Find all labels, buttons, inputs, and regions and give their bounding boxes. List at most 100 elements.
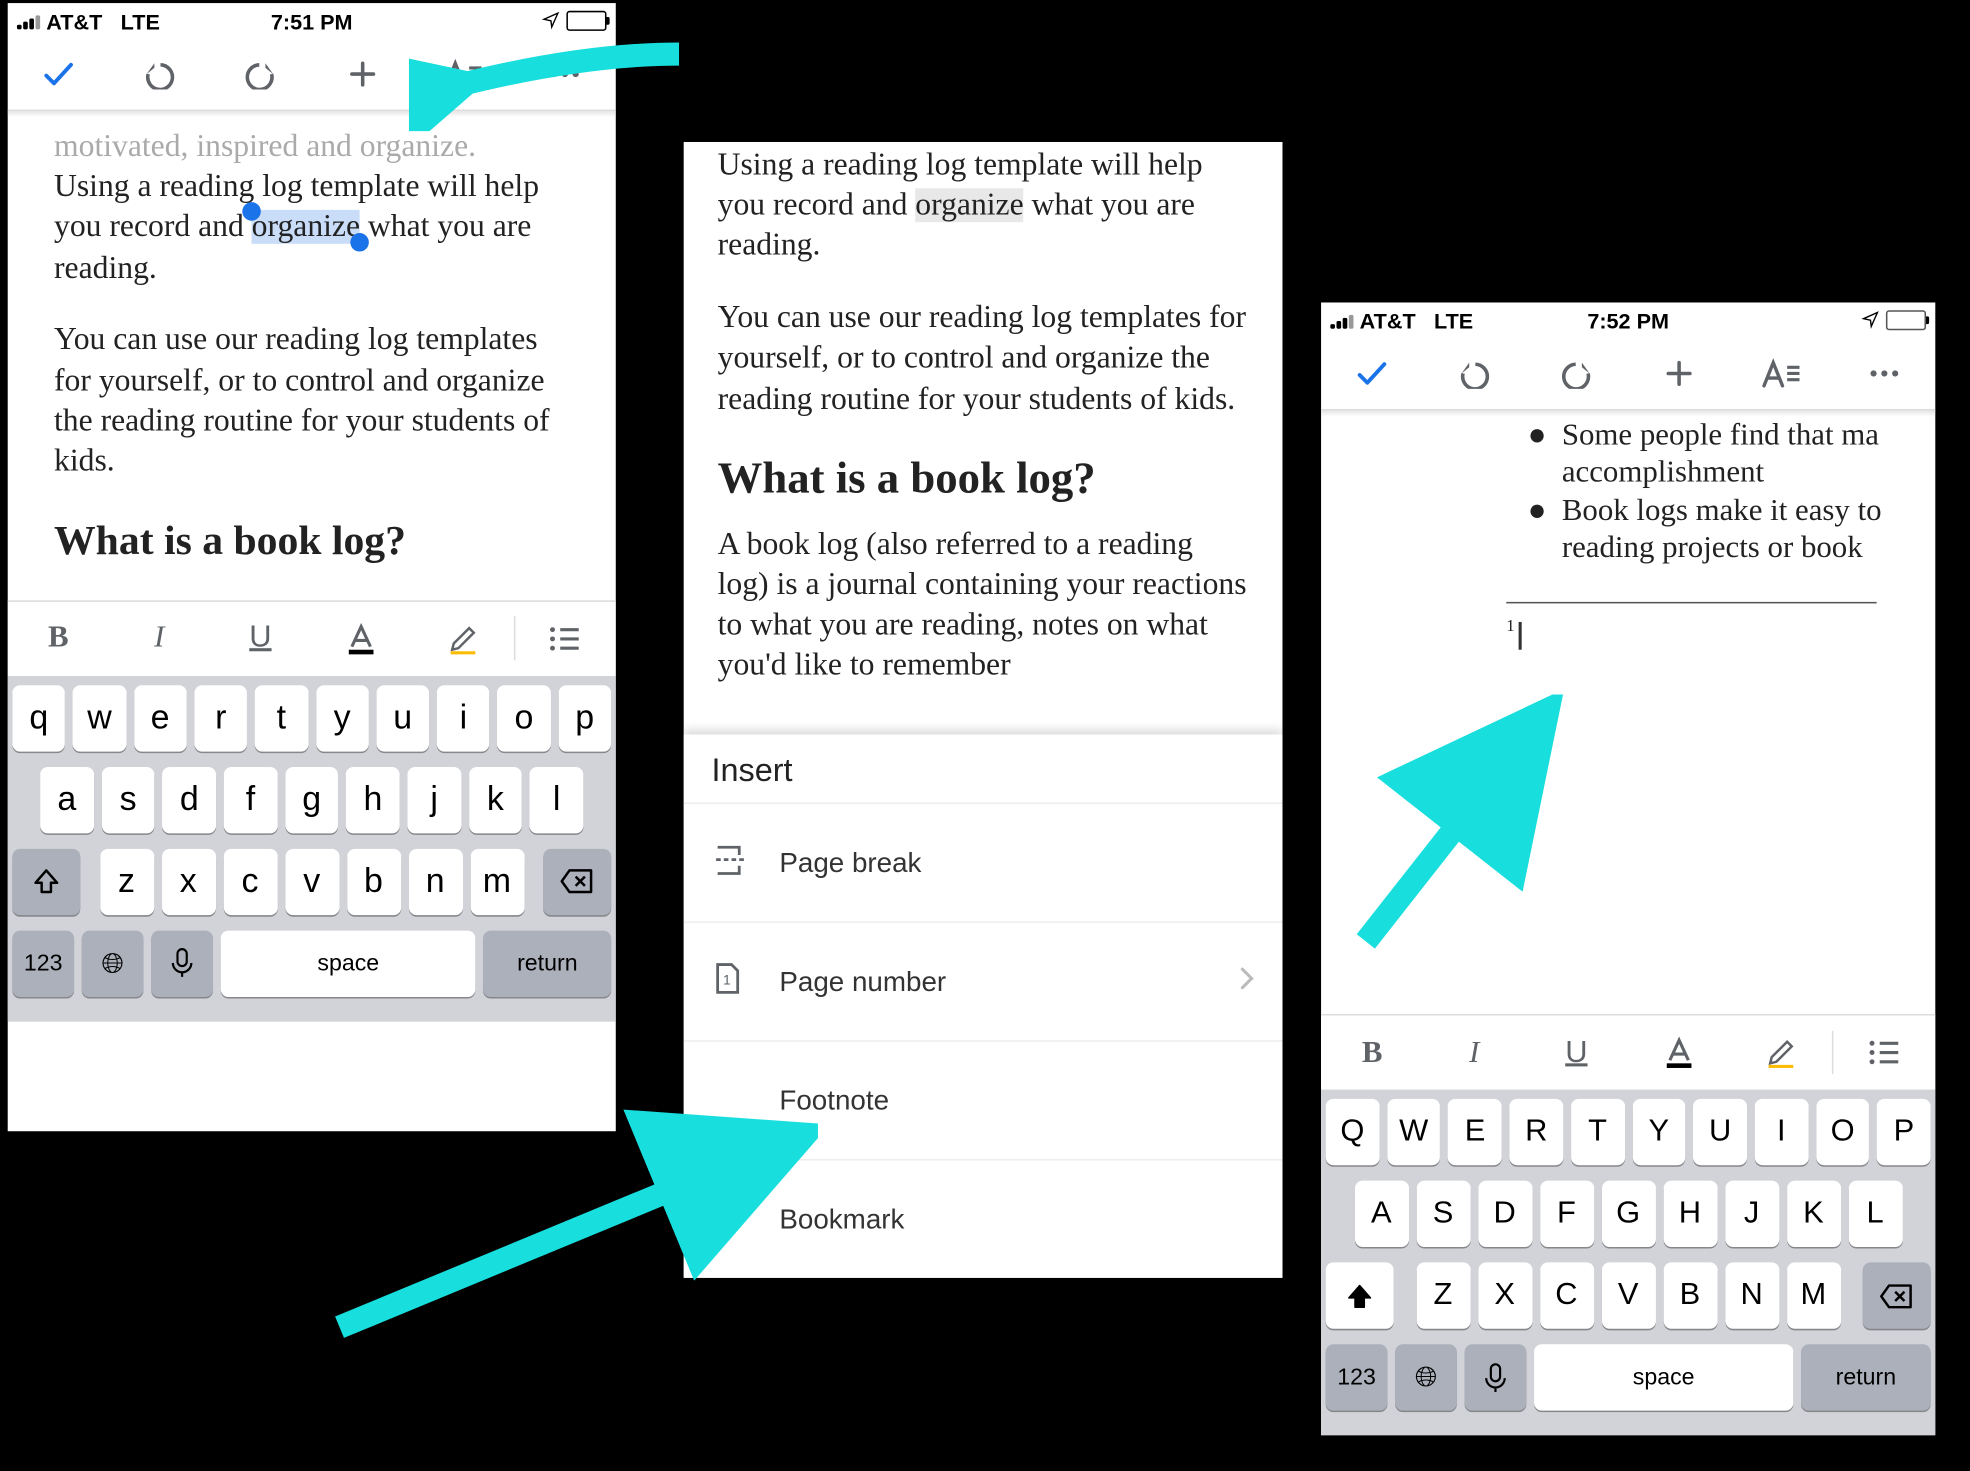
highlight-button[interactable]	[412, 602, 513, 676]
document-area[interactable]: Using a reading log template will help y…	[684, 142, 1283, 674]
document-area[interactable]: ●Some people find that maaccomplishment …	[1321, 417, 1935, 831]
key-s[interactable]: s	[101, 767, 155, 833]
key-p[interactable]: p	[558, 685, 611, 751]
globe-key[interactable]: 🌐︎	[1395, 1344, 1457, 1410]
underline-button[interactable]: U	[1525, 1015, 1627, 1089]
key-a[interactable]: a	[40, 767, 94, 833]
key-l[interactable]: l	[530, 767, 584, 833]
menu-item-page-break[interactable]: Page break	[684, 803, 1283, 922]
text-format-button[interactable]	[437, 48, 489, 100]
key-f[interactable]: f	[224, 767, 278, 833]
space-key[interactable]: space	[1534, 1344, 1793, 1410]
key-l[interactable]: L	[1848, 1181, 1902, 1247]
key-b[interactable]: B	[1663, 1262, 1717, 1328]
undo-button[interactable]	[133, 48, 185, 100]
menu-item-page-number[interactable]: 1 Page number	[684, 921, 1283, 1040]
more-button[interactable]	[539, 48, 591, 100]
highlight-button[interactable]	[1730, 1015, 1832, 1089]
key-j[interactable]: j	[407, 767, 461, 833]
key-v[interactable]: V	[1601, 1262, 1655, 1328]
key-f[interactable]: F	[1539, 1181, 1593, 1247]
text-color-button[interactable]	[311, 602, 412, 676]
key-m[interactable]: m	[470, 849, 524, 915]
key-u[interactable]: U	[1693, 1099, 1747, 1165]
key-u[interactable]: u	[376, 685, 429, 751]
digits-key[interactable]: 123	[1326, 1344, 1388, 1410]
text-color-button[interactable]	[1627, 1015, 1729, 1089]
keyboard[interactable]: QWERTYUIOP ASDFGHJKL ZXCVBNM 123 🌐︎ spac…	[1321, 1090, 1935, 1436]
key-n[interactable]: n	[408, 849, 462, 915]
document-area[interactable]: motivated, inspired and organize. Using …	[8, 117, 616, 600]
key-n[interactable]: N	[1725, 1262, 1779, 1328]
done-button[interactable]	[32, 48, 84, 100]
return-key[interactable]: return	[1801, 1344, 1931, 1410]
key-w[interactable]: W	[1387, 1099, 1441, 1165]
key-c[interactable]: C	[1539, 1262, 1593, 1328]
key-c[interactable]: c	[223, 849, 277, 915]
bold-button[interactable]: B	[8, 602, 109, 676]
key-d[interactable]: d	[163, 767, 217, 833]
key-q[interactable]: Q	[1326, 1099, 1380, 1165]
list-button[interactable]	[1833, 1015, 1935, 1089]
key-y[interactable]: Y	[1632, 1099, 1686, 1165]
list-button[interactable]	[515, 602, 616, 676]
insert-button[interactable]	[336, 48, 388, 100]
italic-button[interactable]: I	[1423, 1015, 1525, 1089]
key-s[interactable]: S	[1416, 1181, 1470, 1247]
more-button[interactable]	[1858, 347, 1910, 399]
key-h[interactable]: h	[346, 767, 400, 833]
key-i[interactable]: i	[437, 685, 490, 751]
key-o[interactable]: O	[1816, 1099, 1870, 1165]
key-r[interactable]: r	[194, 685, 247, 751]
bold-button[interactable]: B	[1321, 1015, 1423, 1089]
mic-key[interactable]	[1465, 1344, 1527, 1410]
key-z[interactable]: Z	[1416, 1262, 1470, 1328]
key-b[interactable]: b	[346, 849, 400, 915]
key-z[interactable]: z	[100, 849, 154, 915]
insert-button[interactable]	[1653, 347, 1705, 399]
key-v[interactable]: v	[285, 849, 339, 915]
key-p[interactable]: P	[1877, 1099, 1931, 1165]
backspace-key[interactable]	[543, 849, 611, 915]
key-e[interactable]: E	[1448, 1099, 1502, 1165]
globe-key[interactable]: 🌐︎	[82, 930, 144, 996]
undo-button[interactable]	[1448, 347, 1500, 399]
key-q[interactable]: q	[12, 685, 65, 751]
underline-button[interactable]: U	[210, 602, 311, 676]
text-selection[interactable]: organize	[252, 211, 360, 245]
key-j[interactable]: J	[1725, 1181, 1779, 1247]
redo-button[interactable]	[1551, 347, 1603, 399]
key-t[interactable]: T	[1571, 1099, 1625, 1165]
key-h[interactable]: H	[1663, 1181, 1717, 1247]
key-g[interactable]: g	[285, 767, 339, 833]
menu-item-bookmark[interactable]: Bookmark	[684, 1159, 1283, 1278]
digits-key[interactable]: 123	[12, 930, 74, 996]
menu-item-footnote[interactable]: Footnote	[684, 1040, 1283, 1159]
key-m[interactable]: M	[1786, 1262, 1840, 1328]
key-t[interactable]: t	[255, 685, 308, 751]
key-r[interactable]: R	[1509, 1099, 1563, 1165]
text-format-button[interactable]	[1755, 347, 1807, 399]
key-g[interactable]: G	[1601, 1181, 1655, 1247]
return-key[interactable]: return	[484, 930, 612, 996]
key-x[interactable]: x	[161, 849, 215, 915]
key-k[interactable]: K	[1786, 1181, 1840, 1247]
shift-key[interactable]	[1326, 1262, 1394, 1328]
key-w[interactable]: w	[73, 685, 126, 751]
key-y[interactable]: y	[316, 685, 369, 751]
key-k[interactable]: k	[469, 767, 523, 833]
key-x[interactable]: X	[1478, 1262, 1532, 1328]
key-i[interactable]: I	[1755, 1099, 1809, 1165]
keyboard[interactable]: qwertyuiop asdfghjkl zxcvbnm 123 🌐︎ spac…	[8, 676, 616, 1022]
key-a[interactable]: A	[1354, 1181, 1408, 1247]
shift-key[interactable]	[12, 849, 80, 915]
mic-key[interactable]	[151, 930, 213, 996]
backspace-key[interactable]	[1863, 1262, 1931, 1328]
key-e[interactable]: e	[134, 685, 187, 751]
redo-button[interactable]	[235, 48, 287, 100]
italic-button[interactable]: I	[109, 602, 210, 676]
key-o[interactable]: o	[498, 685, 551, 751]
done-button[interactable]	[1346, 347, 1398, 399]
key-d[interactable]: D	[1478, 1181, 1532, 1247]
space-key[interactable]: space	[221, 930, 476, 996]
